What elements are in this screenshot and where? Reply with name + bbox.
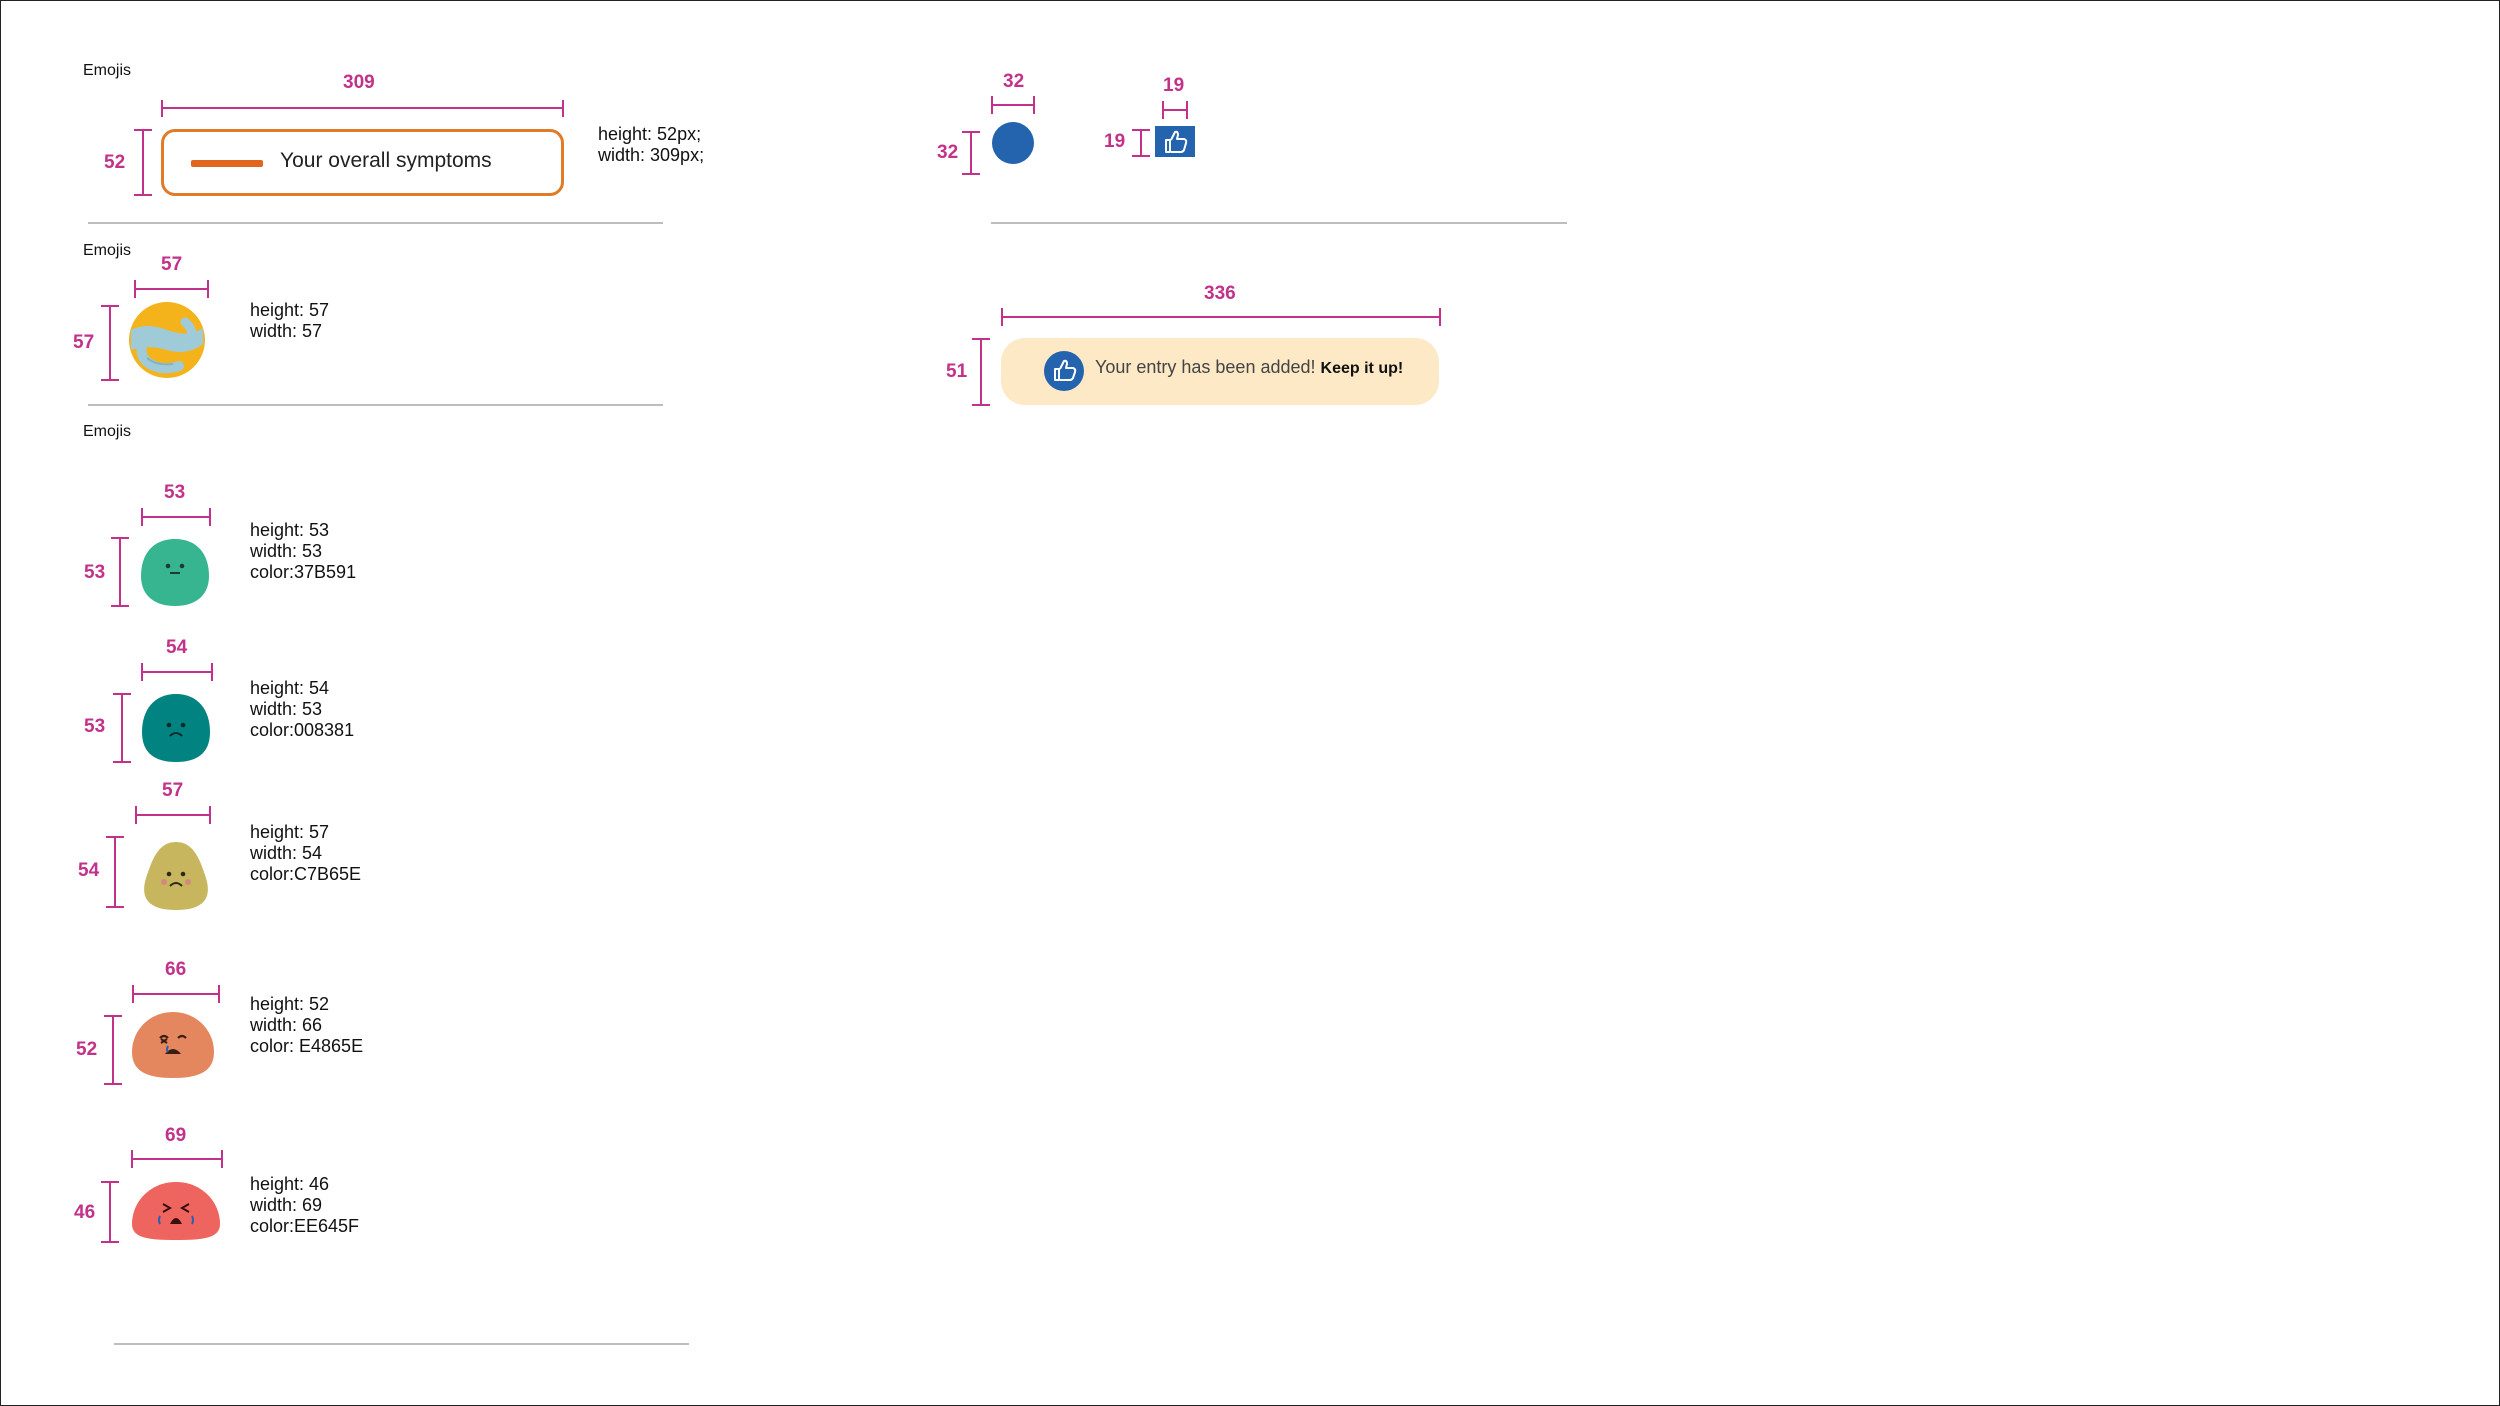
height-dimension-label: 32 [937, 142, 959, 163]
crying-face-icon [132, 1182, 220, 1240]
height-dimension-label: 54 [78, 860, 100, 881]
toast-message: Your entry has been added! Keep it up! [1095, 357, 1403, 378]
distressed-face-icon [132, 1012, 214, 1078]
height-dimension-line [134, 129, 152, 196]
sad-face-icon [142, 694, 210, 762]
mood-spec-text: height: 52 width: 66 color: E4865E [250, 994, 364, 1056]
height-dimension-label: 53 [84, 562, 106, 583]
section-title: Emojis [83, 62, 132, 79]
section-title: Emojis [83, 423, 132, 440]
width-dimension-line [134, 280, 209, 298]
height-dimension-line [111, 537, 129, 607]
height-dimension-label: 57 [73, 332, 95, 353]
width-dimension-label: 336 [1204, 283, 1236, 304]
width-dimension-label: 66 [165, 959, 187, 980]
section-divider [114, 1343, 689, 1345]
width-dimension-line [161, 100, 564, 117]
artboard-frame [0, 0, 2500, 1406]
width-dimension-label: 53 [164, 482, 186, 503]
width-dimension-label: 57 [161, 254, 183, 275]
width-dimension-line [132, 985, 220, 1003]
mood-spec-text: height: 46 width: 69 color:EE645F [250, 1174, 360, 1236]
section-divider [88, 222, 663, 224]
mood-spec-text: height: 57 width: 54 color:C7B65E [250, 822, 362, 884]
height-dimension-line [1132, 129, 1150, 157]
symptom-category-pill[interactable]: Your overall symptoms [161, 129, 564, 196]
pill-spec-text: height: 52px; width: 309px; [598, 124, 705, 165]
section-divider [88, 404, 663, 406]
mood-spec-text: height: 54 width: 53 color:008381 [250, 678, 355, 740]
width-dimension-label: 69 [165, 1125, 187, 1146]
height-dimension-line [101, 1181, 119, 1243]
pill-label: Your overall symptoms [280, 149, 492, 172]
width-dimension-line [991, 96, 1035, 114]
height-dimension-label: 52 [104, 152, 126, 173]
thumbs-up-icon [1044, 351, 1084, 391]
toast-emphasis: Keep it up! [1320, 360, 1404, 377]
pill-color-bar [191, 160, 263, 167]
width-dimension-line [1162, 101, 1188, 119]
width-dimension-label: 309 [343, 72, 375, 93]
height-dimension-line [972, 338, 990, 406]
width-dimension-line [1001, 308, 1441, 326]
height-dimension-line [106, 836, 124, 908]
width-dimension-label: 54 [166, 637, 188, 658]
width-dimension-label: 57 [162, 780, 184, 801]
height-dimension-label: 51 [946, 361, 968, 382]
height-dimension-label: 52 [76, 1039, 98, 1060]
section-divider [991, 222, 1567, 224]
width-dimension-line [131, 1150, 223, 1168]
width-dimension-line [141, 508, 211, 526]
height-dimension-label: 46 [74, 1202, 96, 1223]
hug-spec-text: height: 57 width: 57 [250, 300, 330, 341]
toast-text: Your entry has been added! [1095, 357, 1316, 377]
height-dimension-label: 53 [84, 716, 106, 737]
width-dimension-label: 32 [1003, 71, 1025, 92]
mood-spec-text: height: 53 width: 53 color:37B591 [250, 520, 357, 582]
section-title: Emojis [83, 242, 132, 259]
height-dimension-line [104, 1015, 122, 1085]
height-dimension-line [101, 305, 119, 381]
sick-face-icon [144, 842, 208, 910]
neutral-face-icon [141, 539, 209, 606]
width-dimension-label: 19 [1163, 75, 1185, 96]
entry-added-toast: Your entry has been added! Keep it up! [1001, 338, 1439, 405]
width-dimension-line [135, 806, 211, 824]
height-dimension-line [113, 693, 131, 763]
blue-circle-icon [992, 122, 1034, 164]
height-dimension-line [962, 131, 980, 175]
thumbs-up-icon [1155, 126, 1195, 157]
width-dimension-line [141, 663, 213, 681]
height-dimension-label: 19 [1104, 131, 1126, 152]
hugging-globe-icon [129, 302, 205, 378]
